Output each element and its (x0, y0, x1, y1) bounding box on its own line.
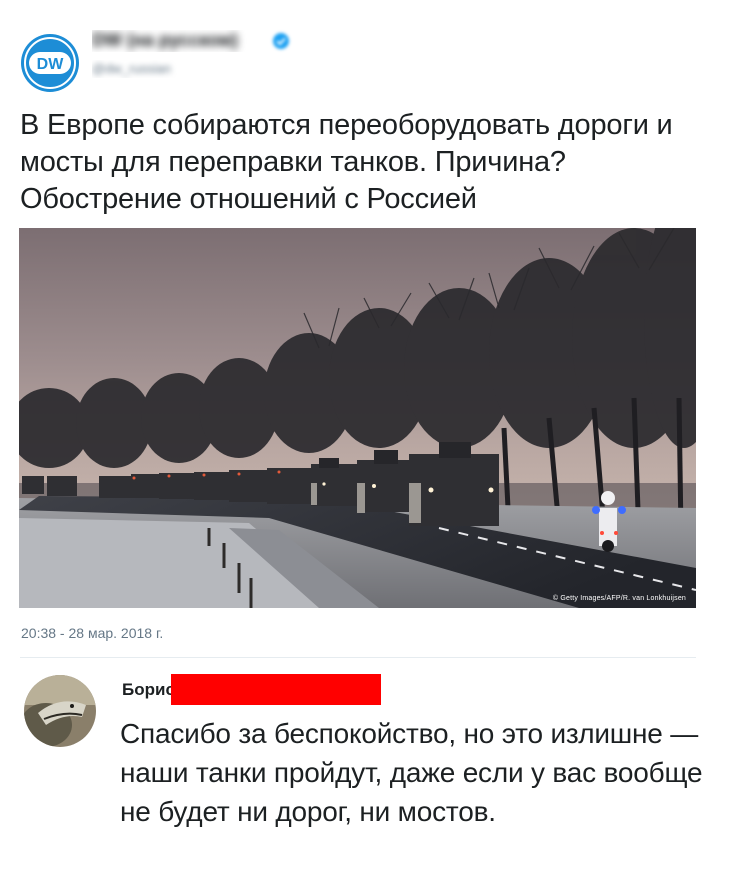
lizard-avatar-icon (24, 675, 96, 747)
dw-avatar[interactable]: DW (20, 33, 80, 93)
verified-badge-icon (273, 33, 289, 49)
tweet-photo[interactable]: © Getty Images/AFP/R. van Lonkhuijsen (19, 228, 696, 608)
author-handle[interactable]: @dw_russian (92, 60, 212, 78)
photo-credit: © Getty Images/AFP/R. van Lonkhuijsen (552, 595, 686, 602)
tank-convoy-photo (19, 228, 696, 608)
dw-logo-icon: DW (21, 34, 79, 92)
tweet-timestamp[interactable]: 20:38 - 28 мар. 2018 г. (21, 625, 163, 641)
reply-text: Спасибо за беспокойство, но это излишне … (120, 718, 703, 827)
redaction-bar (171, 674, 381, 705)
tweet-text: В Европе собираются переоборудовать доро… (20, 109, 673, 215)
divider (20, 657, 696, 658)
reply-author-name[interactable]: Борис (122, 680, 175, 700)
author-name-text: DW (на русском) (92, 30, 239, 50)
author-handle-text: @dw_russian (92, 61, 171, 76)
reply-avatar[interactable] (24, 675, 96, 747)
author-name[interactable]: DW (на русском) (92, 30, 282, 52)
dw-logo-text: DW (37, 56, 65, 73)
